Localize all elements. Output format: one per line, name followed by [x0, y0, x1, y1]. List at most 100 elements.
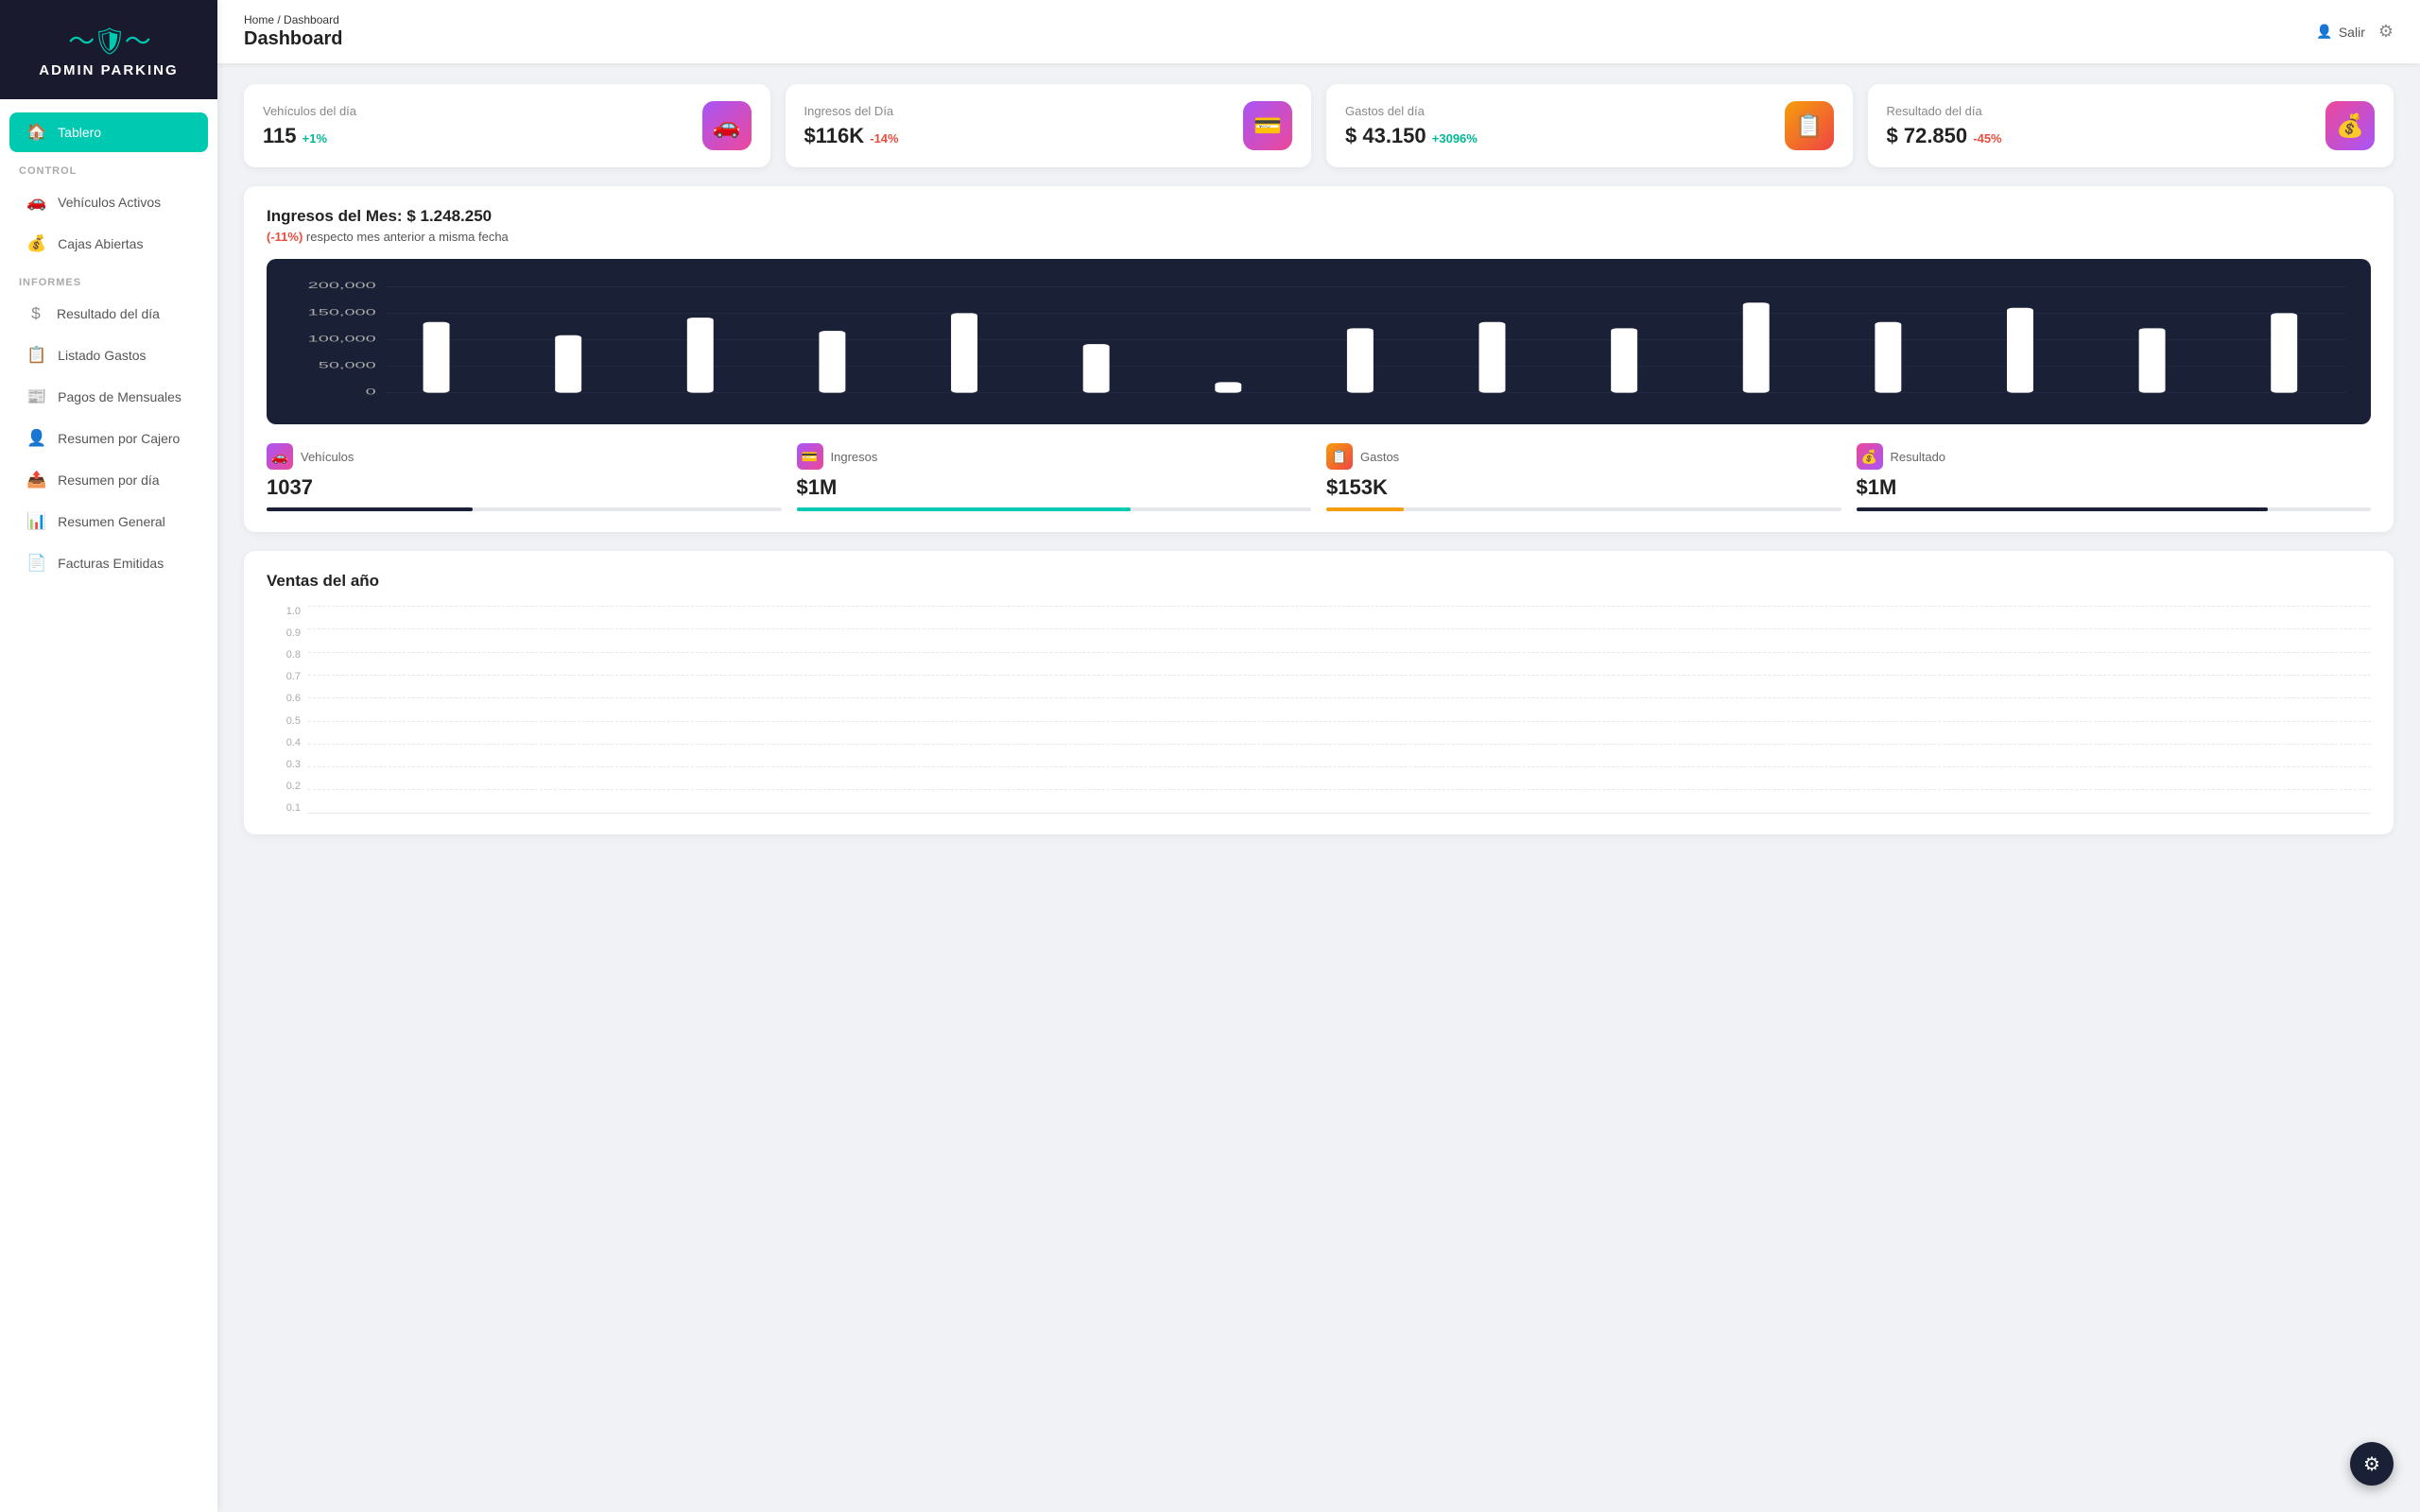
stat-ingresos-change: -14% [870, 131, 898, 146]
settings-icon-topbar[interactable]: ⚙ [2378, 22, 2394, 42]
breadcrumb-home[interactable]: Home [244, 13, 274, 26]
sidebar-logo: 〜🛡〜 ADMIN PARKING [0, 0, 217, 99]
monthly-bar-chart: 200,000 150,000 100,000 50,000 0 [267, 259, 2371, 424]
monthly-vehiculos-name: Vehículos [301, 450, 354, 464]
sidebar-item-vehiculos-label: Vehículos Activos [58, 195, 161, 210]
sidebar-item-resumen-cajero[interactable]: 👤 Resumen por Cajero [9, 419, 208, 458]
salir-label: Salir [2339, 25, 2365, 40]
topbar: Home / Dashboard Dashboard 👤 Salir ⚙ [217, 0, 2420, 63]
money-bag-icon: 💰 [26, 234, 46, 253]
settings-fab-button[interactable]: ⚙ [2350, 1442, 2394, 1486]
sidebar: 〜🛡〜 ADMIN PARKING 🏠 Tablero CONTROL 🚗 Ve… [0, 0, 217, 1512]
monthly-resultado-bar [1857, 507, 2372, 511]
stat-card-vehiculos: Vehículos del día 115 +1% 🚗 [244, 84, 770, 167]
monthly-resultado-value: $1M [1857, 475, 2372, 500]
stat-resultado-label: Resultado del día [1887, 104, 2002, 118]
stat-vehiculos-label: Vehículos del día [263, 104, 356, 118]
stat-gastos-value: $ 43.150 +3096% [1345, 124, 1478, 148]
monthly-gastos-name: Gastos [1360, 450, 1399, 464]
monthly-stats: 🚗 Vehículos 1037 💳 Ingresos $1M [267, 443, 2371, 511]
monthly-title: Ingresos del Mes: $ 1.248.250 [267, 207, 2371, 226]
sidebar-item-cajero-label: Resumen por Cajero [58, 431, 180, 446]
stat-ingresos-label: Ingresos del Día [804, 104, 899, 118]
monthly-gastos-value: $153K [1326, 475, 1841, 500]
sidebar-item-listado-gastos[interactable]: 📋 Listado Gastos [9, 335, 208, 375]
sidebar-item-vehiculos-activos[interactable]: 🚗 Vehículos Activos [9, 182, 208, 222]
sidebar-item-pagos-mensuales[interactable]: 📰 Pagos de Mensuales [9, 377, 208, 417]
stat-card-ingresos: Ingresos del Día $116K -14% 💳 [786, 84, 1312, 167]
sales-chart: 1.0 0.9 0.8 0.7 0.6 0.5 0.4 0.3 0.2 0.1 [267, 606, 2371, 814]
sales-chart-area [308, 606, 2371, 814]
breadcrumb-current: Dashboard [284, 13, 339, 26]
stat-card-gastos: Gastos del día $ 43.150 +3096% 📋 [1326, 84, 1853, 167]
bar-chart-svg: 200,000 150,000 100,000 50,000 0 [282, 278, 2356, 415]
dollar-icon: $ [26, 304, 45, 323]
sidebar-item-facturas-emitidas[interactable]: 📄 Facturas Emitidas [9, 543, 208, 583]
car-icon: 🚗 [26, 193, 46, 212]
stat-cards-row: Vehículos del día 115 +1% 🚗 Ingresos del… [244, 84, 2394, 167]
stat-gastos-change: +3096% [1432, 131, 1478, 146]
upload-icon: 📤 [26, 471, 46, 490]
sidebar-item-gastos-label: Listado Gastos [58, 348, 146, 363]
stat-resultado-change: -45% [1973, 131, 2001, 146]
svg-text:50,000: 50,000 [319, 361, 376, 370]
home-icon: 🏠 [26, 123, 46, 142]
monthly-change-neg: (-11%) [267, 230, 302, 244]
monthly-ingresos-icon: 💳 [797, 443, 823, 470]
svg-text:200,000: 200,000 [308, 281, 376, 290]
logo-text: ADMIN PARKING [39, 62, 178, 78]
logo-wings-icon: 〜🛡〜 [39, 21, 178, 59]
monthly-stat-vehiculos: 🚗 Vehículos 1037 [267, 443, 782, 511]
stat-ingresos-value: $116K -14% [804, 124, 899, 148]
sidebar-item-resumen-dia[interactable]: 📤 Resumen por día [9, 460, 208, 500]
sidebar-item-resumen-dia-label: Resumen por día [58, 472, 159, 488]
monthly-ingresos-name: Ingresos [831, 450, 878, 464]
logout-button[interactable]: 👤 Salir [2316, 24, 2364, 40]
monthly-vehiculos-bar [267, 507, 782, 511]
monthly-section: Ingresos del Mes: $ 1.248.250 (-11%) res… [244, 186, 2394, 532]
sidebar-item-facturas-label: Facturas Emitidas [58, 556, 164, 571]
monthly-ingresos-bar [797, 507, 1312, 511]
stat-resultado-value: $ 72.850 -45% [1887, 124, 2002, 148]
monthly-stat-gastos: 📋 Gastos $153K [1326, 443, 1841, 511]
sidebar-item-general-label: Resumen General [58, 514, 165, 529]
user-icon-topbar: 👤 [2316, 24, 2332, 40]
stat-vehiculos-change: +1% [302, 131, 327, 146]
monthly-vehiculos-value: 1037 [267, 475, 782, 500]
main-area: Home / Dashboard Dashboard 👤 Salir ⚙ Veh… [217, 0, 2420, 1512]
sales-y-axis: 1.0 0.9 0.8 0.7 0.6 0.5 0.4 0.3 0.2 0.1 [267, 606, 301, 814]
sidebar-item-cajas-label: Cajas Abiertas [58, 236, 143, 251]
monthly-subtitle-rest: respecto mes anterior a misma fecha [306, 230, 509, 244]
page-title: Dashboard [244, 28, 342, 50]
sidebar-item-tablero[interactable]: 🏠 Tablero [9, 112, 208, 152]
svg-text:150,000: 150,000 [308, 307, 376, 317]
user-icon: 👤 [26, 429, 46, 448]
breadcrumb: Home / Dashboard [244, 13, 342, 26]
topbar-actions: 👤 Salir ⚙ [2316, 22, 2394, 42]
sidebar-nav: 🏠 Tablero CONTROL 🚗 Vehículos Activos 💰 … [0, 99, 217, 1512]
stat-gastos-label: Gastos del día [1345, 104, 1478, 118]
sidebar-section-control: CONTROL [0, 154, 217, 180]
sidebar-item-cajas-abiertas[interactable]: 💰 Cajas Abiertas [9, 224, 208, 264]
chart-icon: 📊 [26, 512, 46, 531]
sidebar-section-informes: INFORMES [0, 266, 217, 292]
stat-ingresos-icon: 💳 [1243, 101, 1292, 150]
sidebar-item-resultado-label: Resultado del día [57, 306, 160, 321]
stat-resultado-icon: 💰 [2325, 101, 2375, 150]
stat-gastos-icon: 📋 [1785, 101, 1834, 150]
monthly-ingresos-value: $1M [797, 475, 1312, 500]
sidebar-item-tablero-label: Tablero [58, 125, 101, 140]
sidebar-item-resultado-dia[interactable]: $ Resultado del día [9, 294, 208, 334]
sales-title: Ventas del año [267, 572, 2371, 591]
svg-text:100,000: 100,000 [308, 335, 376, 344]
monthly-gastos-icon: 📋 [1326, 443, 1353, 470]
monthly-vehiculos-icon: 🚗 [267, 443, 293, 470]
monthly-subtitle: (-11%) respecto mes anterior a misma fec… [267, 230, 2371, 244]
stat-vehiculos-value: 115 +1% [263, 124, 356, 148]
monthly-resultado-name: Resultado [1891, 450, 1946, 464]
sidebar-item-resumen-general[interactable]: 📊 Resumen General [9, 502, 208, 541]
svg-text:0: 0 [366, 387, 377, 397]
content-area: Vehículos del día 115 +1% 🚗 Ingresos del… [217, 63, 2420, 1512]
newspaper-icon: 📰 [26, 387, 46, 406]
monthly-resultado-icon: 💰 [1857, 443, 1883, 470]
